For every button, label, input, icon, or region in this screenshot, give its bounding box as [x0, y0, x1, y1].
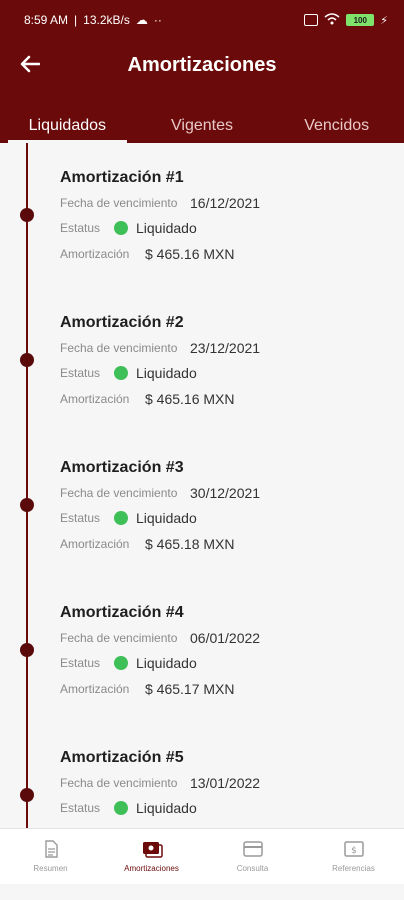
list-item[interactable]: Amortización #5 Fecha de vencimiento 13/… [0, 737, 404, 828]
tab-liquidados[interactable]: Liquidados [0, 113, 135, 143]
due-date-value: 06/01/2022 [190, 630, 261, 646]
item-title: Amortización #2 [60, 314, 184, 331]
status-ok-icon [114, 656, 128, 670]
timeline-dot [20, 788, 34, 802]
timeline-dot [20, 643, 34, 657]
timeline-dot [20, 208, 34, 222]
due-date-value: 13/01/2022 [190, 775, 261, 791]
tab-bar: Liquidados Vigentes Vencidos [0, 113, 404, 143]
status-label: Estatus [60, 801, 101, 815]
amount-row: Amortización $ 465.18 MXN [60, 536, 235, 552]
list-item[interactable]: Amortización #3 Fecha de vencimiento 30/… [0, 447, 404, 592]
due-date-label: Fecha de vencimiento [60, 486, 178, 500]
due-date-label: Fecha de vencimiento [60, 341, 178, 355]
due-date-label: Fecha de vencimiento [60, 196, 178, 210]
svg-text:$: $ [351, 846, 357, 856]
status-row: Estatus Liquidado [60, 365, 197, 381]
timeline-dot [20, 498, 34, 512]
item-title: Amortización #4 [60, 604, 184, 621]
nav-label: Referencias [332, 864, 375, 873]
amount-value: $ 465.18 MXN [145, 536, 235, 552]
status-row: Estatus Liquidado [60, 800, 197, 816]
cash-icon [142, 842, 163, 858]
back-button[interactable] [16, 50, 44, 78]
due-date-row: Fecha de vencimiento 30/12/2021 [60, 485, 260, 501]
amount-row: Amortización $ 465.16 MXN [60, 391, 235, 407]
nav-label: Amortizaciones [124, 864, 179, 873]
bottom-navigation: Resumen Amortizaciones Consulta $ Refere… [0, 828, 404, 884]
item-title: Amortización #1 [60, 169, 184, 186]
app-header: 8:59 AM | 13.2kB/s ☁ ·· 100 ⚡ Amortizaci… [0, 0, 404, 143]
status-row: Estatus Liquidado [60, 655, 197, 671]
due-date-value: 30/12/2021 [190, 485, 261, 501]
amount-label: Amortización [60, 682, 130, 696]
due-date-row: Fecha de vencimiento 23/12/2021 [60, 340, 260, 356]
due-date-row: Fecha de vencimiento 13/01/2022 [60, 775, 260, 791]
amount-row: Amortización $ 465.16 MXN [60, 246, 235, 262]
status-value: Liquidado [136, 510, 197, 526]
amount-value: $ 465.17 MXN [145, 681, 235, 697]
status-label: Estatus [60, 366, 101, 380]
wifi-icon [324, 12, 340, 28]
arrow-left-icon [20, 55, 40, 73]
status-ok-icon [114, 221, 128, 235]
nav-label: Resumen [33, 864, 68, 873]
reference-icon: $ [343, 841, 364, 857]
document-icon [44, 840, 58, 858]
item-title: Amortización #3 [60, 459, 184, 476]
status-label: Estatus [60, 511, 101, 525]
status-ok-icon [114, 801, 128, 815]
status-ok-icon [114, 366, 128, 380]
cloud-icon: ☁ [135, 13, 148, 27]
nav-label: Consulta [236, 864, 269, 873]
item-title: Amortización #5 [60, 749, 184, 766]
due-date-label: Fecha de vencimiento [60, 776, 178, 790]
list-item[interactable]: Amortización #2 Fecha de vencimiento 23/… [0, 302, 404, 447]
screen-icon [304, 14, 319, 26]
system-nav-bar [0, 884, 404, 900]
amount-value: $ 465.16 MXN [145, 246, 235, 262]
status-label: Estatus [60, 221, 101, 235]
title-bar: Amortizaciones [0, 40, 404, 90]
status-value: Liquidado [136, 800, 197, 816]
amortization-list[interactable]: Amortización #1 Fecha de vencimiento 16/… [0, 143, 404, 828]
charging-icon: ⚡ [380, 14, 388, 27]
due-date-row: Fecha de vencimiento 06/01/2022 [60, 630, 260, 646]
due-date-value: 16/12/2021 [190, 195, 261, 211]
status-row: Estatus Liquidado [60, 510, 197, 526]
due-date-row: Fecha de vencimiento 16/12/2021 [60, 195, 260, 211]
status-label: Estatus [60, 656, 101, 670]
status-value: Liquidado [136, 655, 197, 671]
due-date-value: 23/12/2021 [190, 340, 261, 356]
page-title: Amortizaciones [127, 53, 277, 76]
list-item[interactable]: Amortización #4 Fecha de vencimiento 06/… [0, 592, 404, 737]
nav-amortizaciones[interactable]: Amortizaciones [101, 829, 202, 884]
more-icon: ·· [153, 13, 162, 27]
due-date-label: Fecha de vencimiento [60, 631, 178, 645]
status-value: Liquidado [136, 365, 197, 381]
status-ok-icon [114, 511, 128, 525]
status-divider: | [74, 13, 78, 27]
status-row: Estatus Liquidado [60, 220, 197, 236]
nav-consulta[interactable]: Consulta [202, 829, 303, 884]
amount-label: Amortización [60, 537, 130, 551]
amount-label: Amortización [60, 247, 130, 261]
timeline-dot [20, 353, 34, 367]
status-time: 8:59 AM [24, 13, 69, 27]
tab-vigentes[interactable]: Vigentes [135, 113, 270, 143]
nav-referencias[interactable]: $ Referencias [303, 829, 404, 884]
nav-resumen[interactable]: Resumen [0, 829, 101, 884]
card-icon [242, 841, 263, 857]
status-bar: 8:59 AM | 13.2kB/s ☁ ·· 100 ⚡ [0, 0, 404, 40]
status-value: Liquidado [136, 220, 197, 236]
amount-value: $ 465.16 MXN [145, 391, 235, 407]
amount-row: Amortización $ 465.17 MXN [60, 681, 235, 697]
list-item[interactable]: Amortización #1 Fecha de vencimiento 16/… [0, 157, 404, 302]
tab-vencidos[interactable]: Vencidos [269, 113, 404, 143]
battery-icon: 100 [346, 14, 375, 26]
amount-label: Amortización [60, 392, 130, 406]
network-speed: 13.2kB/s [83, 13, 130, 27]
